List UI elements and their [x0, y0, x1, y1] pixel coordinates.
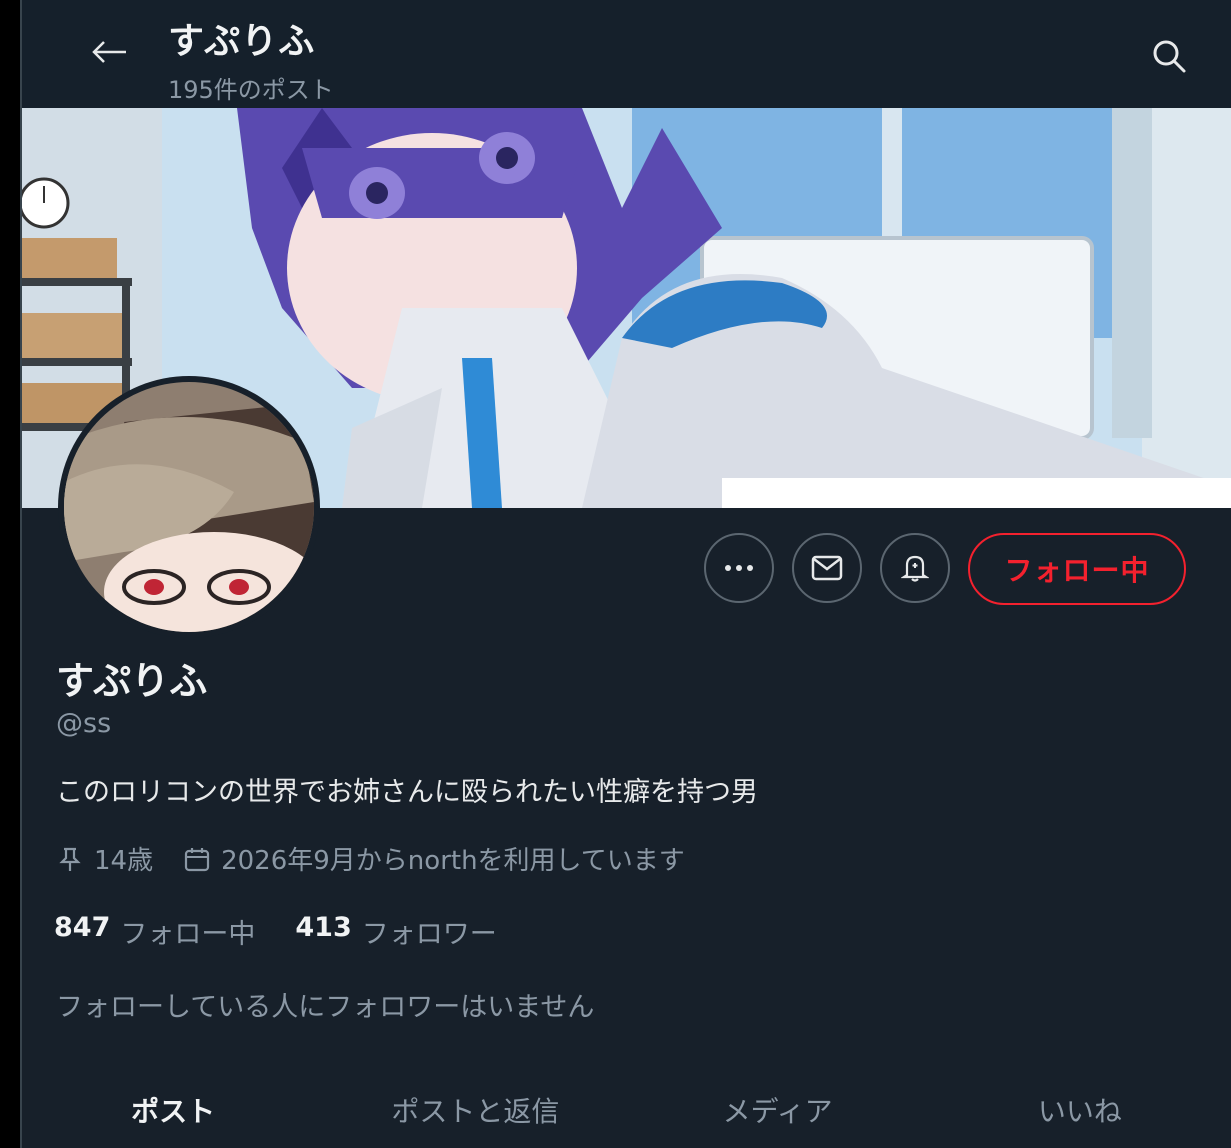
top-bar: すぷりふ 195件のポスト	[22, 0, 1231, 109]
following-button[interactable]: フォロー中	[968, 533, 1186, 605]
user-handle: @ss	[56, 708, 112, 739]
following-count[interactable]: 847	[54, 912, 110, 951]
notify-button[interactable]	[880, 533, 950, 603]
search-button[interactable]	[1147, 34, 1191, 78]
tab-media[interactable]: メディア	[627, 1070, 929, 1148]
tab-likes[interactable]: いいね	[929, 1070, 1231, 1148]
more-icon	[725, 565, 753, 571]
followers-count[interactable]: 413	[295, 912, 351, 951]
mutual-followers-note: フォローしている人にフォロワーはいません	[56, 992, 595, 1023]
tab-replies[interactable]: ポストと返信	[324, 1070, 626, 1148]
more-button[interactable]	[704, 533, 774, 603]
profile-page: すぷりふ 195件のポスト フォロー中 すぷりふ @ss このロリコンの世界でお…	[20, 0, 1231, 1148]
profile-meta: 14歳 2026年9月からnorthを利用しています	[56, 840, 685, 877]
bio-text: このロリコンの世界でお姉さんに殴られたい性癖を持つ男	[56, 777, 758, 808]
arrow-left-icon	[92, 41, 126, 63]
avatar[interactable]	[58, 376, 320, 638]
pin-icon	[56, 845, 84, 873]
followers-label[interactable]: フォロワー	[362, 912, 497, 951]
following-label[interactable]: フォロー中	[120, 912, 255, 951]
avatar-image	[64, 382, 314, 632]
back-button[interactable]	[88, 30, 132, 74]
header-title: すぷりふ	[168, 21, 316, 62]
age-text: 14歳	[94, 846, 154, 876]
joined-text: 2026年9月からnorthを利用しています	[221, 846, 685, 876]
tab-posts[interactable]: ポスト	[22, 1070, 324, 1148]
profile-tabs: ポスト ポストと返信 メディア いいね	[22, 1070, 1231, 1148]
mail-icon	[811, 555, 843, 581]
message-button[interactable]	[792, 533, 862, 603]
calendar-icon	[183, 845, 211, 873]
bell-icon	[901, 555, 929, 582]
post-count: 195件のポスト	[168, 76, 334, 104]
follow-counts: 847 フォロー中 413 フォロワー	[54, 912, 537, 951]
search-icon	[1153, 40, 1186, 73]
display-name: すぷりふ	[56, 659, 208, 703]
